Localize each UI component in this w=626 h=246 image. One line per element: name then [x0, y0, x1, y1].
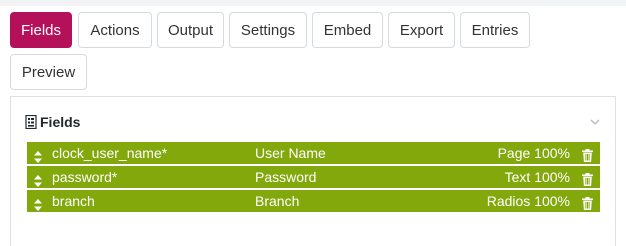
- drag-handle-icon[interactable]: [33, 195, 43, 211]
- field-label: User Name: [255, 145, 326, 161]
- tab-fields[interactable]: Fields: [10, 12, 72, 48]
- tab-settings[interactable]: Settings: [229, 12, 307, 48]
- drag-handle-icon[interactable]: [33, 147, 43, 163]
- field-name: branch: [52, 193, 95, 209]
- chevron-down-icon[interactable]: [589, 117, 601, 127]
- tab-embed[interactable]: Embed: [312, 12, 383, 48]
- field-label: Password: [255, 169, 317, 185]
- tab-entries[interactable]: Entries: [460, 12, 530, 48]
- field-row[interactable]: clock_user_name* User Name Page 100%: [27, 142, 600, 164]
- panel-title: Fields: [40, 114, 81, 130]
- tab-output[interactable]: Output: [157, 12, 224, 48]
- tab-preview[interactable]: Preview: [10, 54, 87, 90]
- field-name: password*: [52, 169, 118, 185]
- tab-actions[interactable]: Actions: [78, 12, 152, 48]
- trash-icon[interactable]: [582, 170, 593, 186]
- tab-export[interactable]: Export: [388, 12, 455, 48]
- field-name: clock_user_name*: [52, 145, 168, 161]
- panel-header: Fields: [25, 113, 80, 131]
- field-type: Text 100%: [504, 169, 570, 185]
- field-type: Page 100%: [497, 145, 570, 161]
- field-row[interactable]: password* Password Text 100%: [27, 166, 600, 188]
- fields-panel: Fields clock_user_name* User Name Page 1…: [10, 96, 616, 246]
- drag-handle-icon[interactable]: [33, 171, 43, 187]
- field-type: Radios 100%: [486, 193, 570, 209]
- form-icon: [25, 115, 37, 129]
- trash-icon[interactable]: [582, 194, 593, 210]
- field-label: Branch: [255, 193, 300, 209]
- trash-icon[interactable]: [582, 146, 593, 162]
- field-row[interactable]: branch Branch Radios 100%: [27, 190, 600, 212]
